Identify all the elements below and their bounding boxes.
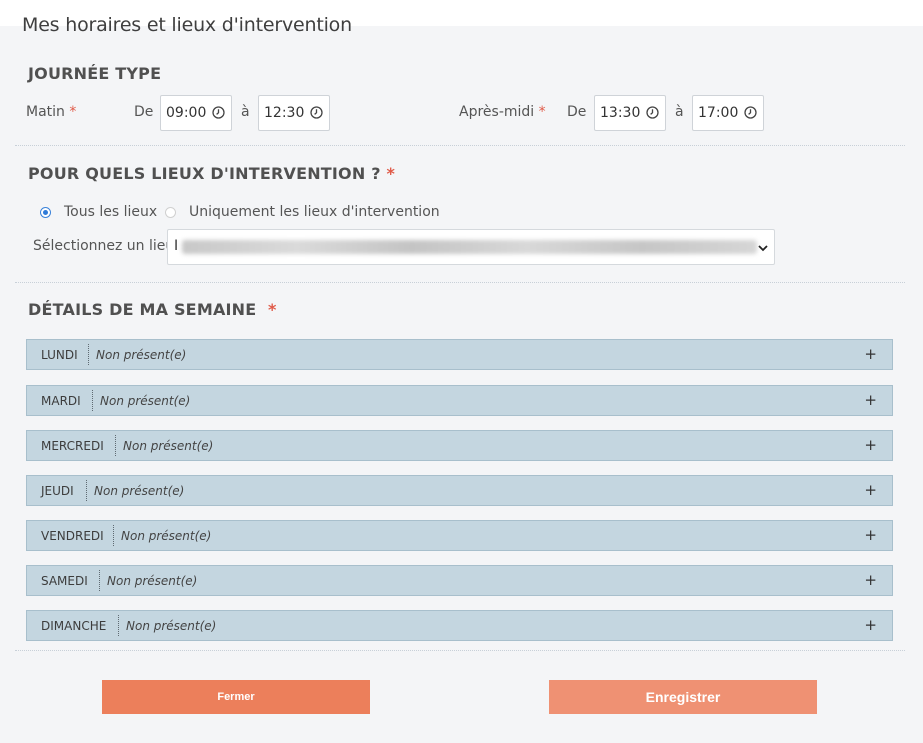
typical-day-heading: JOURNÉE TYPE (28, 64, 162, 83)
day-divider (88, 344, 89, 365)
week-heading-text: DÉTAILS DE MA SEMAINE (28, 300, 257, 319)
day-name: MARDI (41, 394, 81, 408)
location-select[interactable]: I (167, 229, 775, 265)
afternoon-start-time[interactable]: 13:30 (594, 95, 666, 131)
page-title: Mes horaires et lieux d'intervention (22, 14, 352, 36)
morning-label-text: Matin (26, 104, 65, 120)
day-row-sunday[interactable]: DIMANCHE Non présent(e) + (26, 610, 893, 641)
section-divider (15, 282, 905, 283)
radio-all-locations-label[interactable]: Tous les lieux (64, 204, 157, 220)
plus-icon[interactable]: + (864, 481, 877, 499)
radio-all-locations[interactable] (40, 207, 51, 218)
morning-from-label: De (134, 104, 154, 120)
afternoon-end-value: 17:00 (698, 105, 739, 121)
day-status: Non présent(e) (121, 529, 212, 543)
day-divider (113, 525, 114, 546)
day-status: Non présent(e) (126, 619, 217, 633)
day-status: Non présent(e) (107, 574, 198, 588)
radio-intervention-locations[interactable] (165, 207, 176, 218)
day-name: LUNDI (41, 348, 78, 362)
section-divider (15, 650, 905, 651)
morning-end-value: 12:30 (264, 105, 305, 121)
clock-icon[interactable] (212, 106, 225, 119)
day-name: MERCREDI (41, 439, 104, 453)
afternoon-start-value: 13:30 (600, 105, 641, 121)
required-mark: * (267, 300, 277, 319)
location-select-label: Sélectionnez un lieu (33, 238, 175, 254)
plus-icon[interactable]: + (864, 616, 877, 634)
day-divider (118, 615, 119, 636)
required-mark: * (538, 104, 546, 120)
afternoon-from-label: De (567, 104, 587, 120)
day-name: VENDREDI (41, 529, 104, 543)
day-name: SAMEDI (41, 574, 88, 588)
locations-heading-text: POUR QUELS LIEUX D'INTERVENTION ? (28, 164, 381, 183)
clock-icon[interactable] (646, 106, 659, 119)
day-status: Non présent(e) (123, 439, 214, 453)
day-divider (115, 435, 116, 456)
day-status: Non présent(e) (96, 348, 187, 362)
clock-icon[interactable] (744, 106, 757, 119)
plus-icon[interactable]: + (864, 571, 877, 589)
save-button[interactable]: Enregistrer (549, 680, 817, 714)
day-status: Non présent(e) (94, 484, 185, 498)
chevron-down-icon[interactable] (757, 242, 769, 254)
day-name: DIMANCHE (41, 619, 107, 633)
morning-to-label: à (241, 104, 250, 120)
morning-end-time[interactable]: 12:30 (258, 95, 330, 131)
day-divider (86, 480, 87, 501)
day-divider (99, 570, 100, 591)
plus-icon[interactable]: + (864, 526, 877, 544)
morning-start-value: 09:00 (166, 105, 207, 121)
plus-icon[interactable]: + (864, 391, 877, 409)
radio-intervention-locations-label[interactable]: Uniquement les lieux d'intervention (189, 204, 440, 220)
afternoon-end-time[interactable]: 17:00 (692, 95, 764, 131)
week-heading: DÉTAILS DE MA SEMAINE * (28, 300, 277, 319)
morning-start-time[interactable]: 09:00 (160, 95, 232, 131)
morning-label: Matin * (26, 104, 76, 120)
section-divider (15, 145, 905, 146)
day-row-monday[interactable]: LUNDI Non présent(e) + (26, 339, 893, 370)
day-row-friday[interactable]: VENDREDI Non présent(e) + (26, 520, 893, 551)
required-mark: * (386, 164, 396, 183)
day-divider (92, 390, 93, 411)
day-row-saturday[interactable]: SAMEDI Non présent(e) + (26, 565, 893, 596)
plus-icon[interactable]: + (864, 345, 877, 363)
close-button[interactable]: Fermer (102, 680, 370, 714)
afternoon-label-text: Après-midi (459, 104, 535, 120)
plus-icon[interactable]: + (864, 436, 877, 454)
day-row-tuesday[interactable]: MARDI Non présent(e) + (26, 385, 893, 416)
day-name: JEUDI (41, 484, 74, 498)
afternoon-label: Après-midi * (459, 104, 546, 120)
day-row-thursday[interactable]: JEUDI Non présent(e) + (26, 475, 893, 506)
day-status: Non présent(e) (100, 394, 191, 408)
locations-heading: POUR QUELS LIEUX D'INTERVENTION ? * (28, 164, 395, 183)
required-mark: * (69, 104, 77, 120)
clock-icon[interactable] (310, 106, 323, 119)
afternoon-to-label: à (675, 104, 684, 120)
day-row-wednesday[interactable]: MERCREDI Non présent(e) + (26, 430, 893, 461)
location-select-redacted (182, 240, 757, 254)
location-select-value: I (174, 238, 179, 254)
